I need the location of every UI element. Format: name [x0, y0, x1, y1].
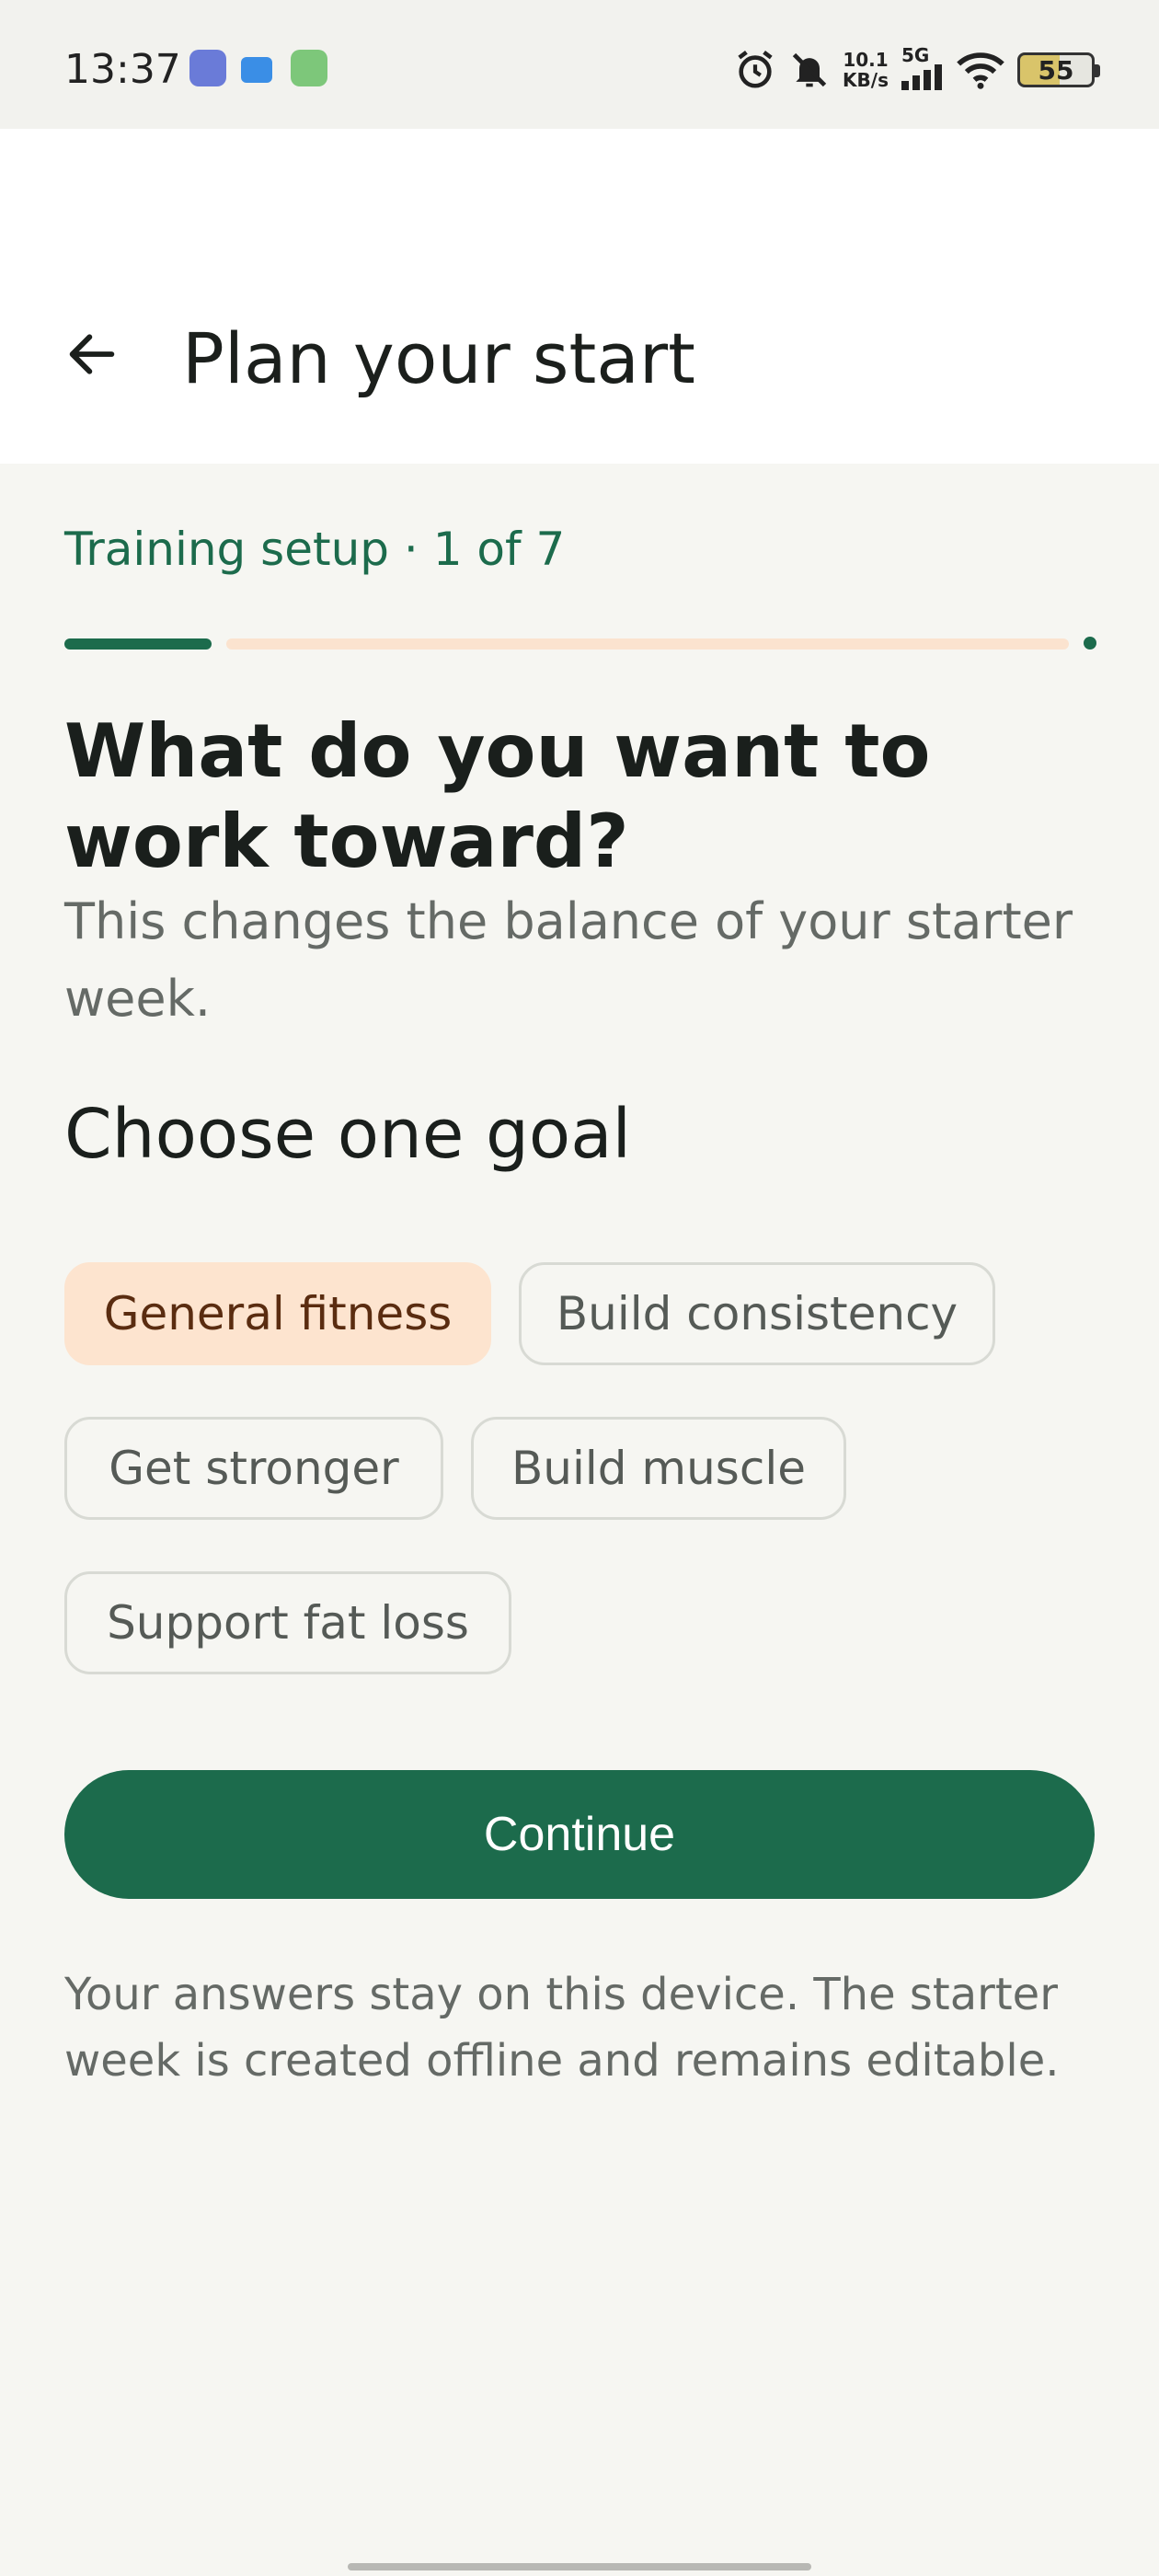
arrow-left-icon	[63, 325, 121, 387]
status-time: 13:37	[64, 46, 181, 93]
network-speed-value: 10.1	[843, 49, 889, 71]
bell-off-icon	[789, 50, 830, 90]
progress-fill	[64, 638, 212, 650]
goal-chip-general-fitness[interactable]: General fitness	[64, 1262, 491, 1365]
wifi-icon	[957, 50, 1004, 90]
network-speed: 10.1 KB/s	[843, 50, 889, 90]
status-icons: 10.1 KB/s 5G 55	[734, 44, 1100, 96]
section-title: Choose one goal	[64, 1095, 632, 1174]
game-notification-icon	[291, 50, 327, 86]
page-title: Plan your start	[182, 317, 695, 399]
progress-end-dot	[1084, 637, 1096, 650]
app-bar	[0, 129, 1159, 464]
privacy-footnote: Your answers stay on this device. The st…	[64, 1969, 1060, 2087]
progress-bar	[64, 637, 1096, 651]
status-bar: 13:37 10.1 KB/s 5G 55	[0, 0, 1159, 129]
continue-button[interactable]: Continue	[64, 1770, 1095, 1899]
goal-chip-build-muscle[interactable]: Build muscle	[471, 1417, 846, 1520]
goal-chip-get-stronger[interactable]: Get stronger	[64, 1417, 443, 1520]
cellular-group: 5G	[901, 46, 944, 94]
alarm-icon	[734, 49, 776, 91]
signal-icon	[901, 64, 944, 94]
network-type: 5G	[901, 44, 930, 66]
question-title: What do you want to work toward?	[64, 708, 931, 884]
goal-chip-support-fat-loss[interactable]: Support fat loss	[64, 1571, 511, 1674]
step-label: Training setup · 1 of 7	[64, 523, 566, 576]
message-notification-icon	[241, 57, 272, 83]
question-subtitle: This changes the balance of your starter…	[64, 892, 1073, 1028]
network-speed-unit: KB/s	[843, 69, 889, 91]
progress-remaining	[226, 638, 1069, 650]
back-button[interactable]	[53, 317, 131, 395]
home-indicator[interactable]	[348, 2563, 811, 2570]
battery-indicator: 55	[1017, 52, 1100, 87]
app-notification-icon	[189, 50, 226, 86]
goal-chip-build-consistency[interactable]: Build consistency	[519, 1262, 995, 1365]
